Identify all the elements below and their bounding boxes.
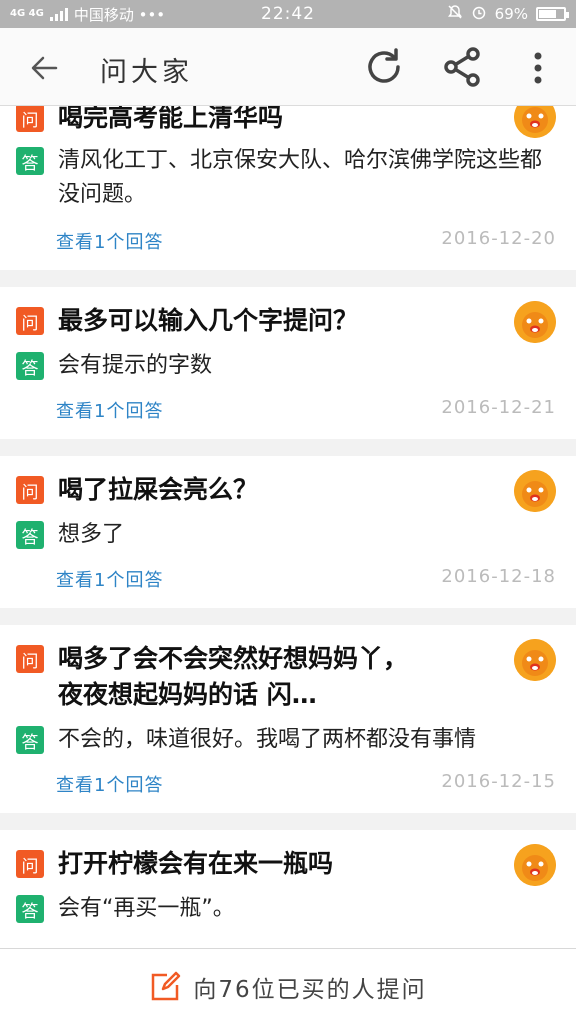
carrier-name: 中国移动 ••• <box>73 5 166 24</box>
meta-row: 查看1个回答 2016-12-18 <box>0 566 576 592</box>
question-text: 最多可以输入几个字提问？ <box>58 306 359 335</box>
avatar <box>514 639 556 681</box>
meta-row: 查看1个回答 2016-12-20 <box>0 228 576 254</box>
question-row: 问 喝多了会不会突然好想妈妈丫， 夜夜想起妈妈的话 闪… <box>0 641 576 713</box>
back-button[interactable] <box>24 48 64 88</box>
qa-card[interactable]: 问 最多可以输入几个字提问？ 答 会有提示的字数 查看1个回答 2016-12-… <box>0 287 576 439</box>
arrow-left-icon <box>31 56 58 80</box>
qa-list[interactable]: 问 喝完高考能上清华吗 答 清风化工丁、北京保安大队、哈尔滨佛学院这些都没问题。… <box>0 106 576 948</box>
question-text: 喝了拉屎会亮么？ <box>58 475 259 504</box>
answer-row: 答 会有“再买一瓶”。 <box>0 892 576 926</box>
question-badge: 问 <box>16 645 44 673</box>
avatar <box>514 844 556 886</box>
battery-percent: 69% <box>494 5 528 23</box>
answer-row: 答 会有提示的字数 <box>0 349 576 383</box>
mute-icon <box>447 4 463 24</box>
answer-badge: 答 <box>16 521 44 549</box>
ask-button-label[interactable]: 向76位已买的人提问 <box>193 970 426 1004</box>
question-row: 问 喝了拉屎会亮么？ <box>0 472 576 508</box>
question-text: 喝多了会不会突然好想妈妈丫， 夜夜想起妈妈的话 闪… <box>58 644 409 709</box>
view-answers-link[interactable]: 查看1个回答 <box>56 228 163 254</box>
answer-text: 会有提示的字数 <box>58 353 213 378</box>
more-button[interactable] <box>524 48 552 88</box>
status-bar: 4G 4G 中国移动 ••• 22:42 69% <box>0 0 576 28</box>
question-text: 喝完高考能上清华吗 <box>58 106 284 132</box>
share-icon <box>444 47 480 87</box>
page-title: 问大家 <box>100 57 193 88</box>
app-bar: 问大家 <box>0 28 576 106</box>
answer-row: 答 不会的，味道很好。我喝了两杯都没有事情 <box>0 723 576 757</box>
avatar <box>514 301 556 343</box>
answer-text: 会有“再买一瓶”。 <box>58 896 235 921</box>
view-answers-link[interactable]: 查看1个回答 <box>56 397 163 423</box>
view-answers-link[interactable]: 查看1个回答 <box>56 771 163 797</box>
edit-icon <box>152 971 181 1000</box>
date-label: 2016-12-20 <box>441 228 556 249</box>
alarm-icon <box>471 4 487 24</box>
qa-card[interactable]: 问 喝多了会不会突然好想妈妈丫， 夜夜想起妈妈的话 闪… 答 不会的，味道很好。… <box>0 625 576 813</box>
battery-icon <box>536 7 569 21</box>
answer-badge: 答 <box>16 726 44 754</box>
network-type: 4G 4G <box>10 8 44 19</box>
question-badge: 问 <box>16 106 44 132</box>
answer-text: 不会的，味道很好。我喝了两杯都没有事情 <box>58 727 477 752</box>
qa-card[interactable]: 问 打开柠檬会有在来一瓶吗 答 会有“再买一瓶”。 <box>0 830 576 948</box>
question-badge: 问 <box>16 476 44 504</box>
question-badge: 问 <box>16 307 44 335</box>
qa-list-inner: 问 喝完高考能上清华吗 答 清风化工丁、北京保安大队、哈尔滨佛学院这些都没问题。… <box>0 106 576 948</box>
question-row: 问 打开柠檬会有在来一瓶吗 <box>0 846 576 882</box>
answer-badge: 答 <box>16 895 44 923</box>
answer-text: 清风化工丁、北京保安大队、哈尔滨佛学院这些都没问题。 <box>58 148 543 207</box>
question-row: 问 最多可以输入几个字提问？ <box>0 303 576 339</box>
question-badge: 问 <box>16 850 44 878</box>
refresh-button[interactable] <box>362 45 406 89</box>
date-label: 2016-12-21 <box>441 397 556 418</box>
status-left: 4G 4G 中国移动 ••• <box>10 4 447 25</box>
more-vertical-icon <box>534 52 542 84</box>
qa-card[interactable]: 问 喝完高考能上清华吗 答 清风化工丁、北京保安大队、哈尔滨佛学院这些都没问题。… <box>0 106 576 270</box>
answer-badge: 答 <box>16 147 44 175</box>
answer-text: 想多了 <box>58 522 125 547</box>
answer-row: 答 清风化工丁、北京保安大队、哈尔滨佛学院这些都没问题。 <box>0 144 576 212</box>
answer-badge: 答 <box>16 352 44 380</box>
answer-row: 答 想多了 <box>0 518 576 552</box>
share-button[interactable] <box>440 45 484 89</box>
date-label: 2016-12-15 <box>441 771 556 792</box>
refresh-icon <box>368 48 400 83</box>
ask-bar[interactable]: 向76位已买的人提问 <box>0 948 576 1024</box>
avatar <box>514 470 556 512</box>
meta-row: 查看1个回答 2016-12-15 <box>0 771 576 797</box>
question-text: 打开柠檬会有在来一瓶吗 <box>58 849 334 878</box>
qa-card[interactable]: 问 喝了拉屎会亮么？ 答 想多了 查看1个回答 2016-12-18 <box>0 456 576 608</box>
meta-row: 查看1个回答 2016-12-21 <box>0 397 576 423</box>
signal-icon <box>49 7 68 21</box>
view-answers-link[interactable]: 查看1个回答 <box>56 566 163 592</box>
status-right: 69% <box>447 4 569 24</box>
question-row: 问 喝完高考能上清华吗 <box>0 106 576 136</box>
date-label: 2016-12-18 <box>441 566 556 587</box>
